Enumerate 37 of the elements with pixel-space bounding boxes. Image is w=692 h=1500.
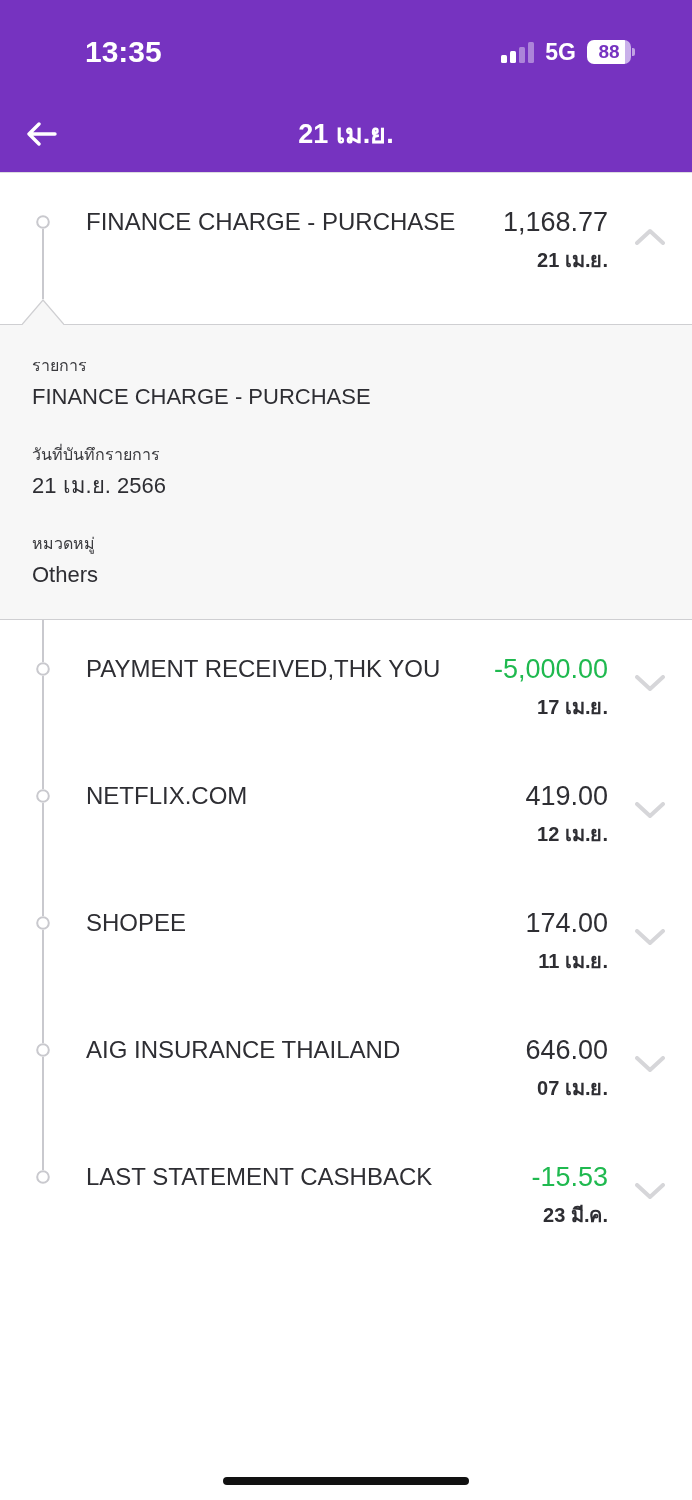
transaction-amount: -15.53 bbox=[531, 1163, 608, 1191]
chevron-down-icon[interactable] bbox=[635, 1183, 665, 1200]
detail-value: Others bbox=[32, 561, 99, 589]
detail-value: 21 เม.ย. 2566 bbox=[32, 472, 166, 500]
transaction-date: 23 มี.ค. bbox=[543, 1203, 608, 1227]
detail-label: หมวดหมู่ bbox=[32, 534, 95, 555]
detail-value: FINANCE CHARGE - PURCHASE bbox=[32, 383, 371, 411]
transaction-title: PAYMENT RECEIVED,THK YOU bbox=[86, 655, 442, 683]
transaction-date: 17 เม.ย. bbox=[537, 695, 608, 719]
detail-label: วันที่บันทึกรายการ bbox=[32, 444, 160, 465]
detail-label: รายการ bbox=[32, 356, 87, 376]
transaction-amount: 419.00 bbox=[525, 782, 608, 810]
transaction-title: NETFLIX.COM bbox=[86, 782, 249, 810]
transaction-title: SHOPEE bbox=[86, 909, 188, 937]
transaction-title: AIG INSURANCE THAILAND bbox=[86, 1036, 402, 1064]
arrow-left-icon bbox=[27, 122, 57, 146]
network-label: 5G bbox=[545, 38, 576, 66]
transaction-amount: 1,168.77 bbox=[502, 208, 608, 236]
transaction-amount: 646.00 bbox=[525, 1036, 608, 1064]
transaction-amount: 174.00 bbox=[525, 909, 608, 937]
transaction-date: 11 เม.ย. bbox=[538, 949, 608, 973]
transaction-date: 12 เม.ย. bbox=[537, 822, 608, 846]
chevron-down-icon[interactable] bbox=[635, 802, 665, 819]
page-title: 21 เม.ย. bbox=[297, 118, 395, 151]
transaction-title: FINANCE CHARGE - PURCHASE bbox=[86, 208, 457, 236]
signal-icon bbox=[501, 41, 535, 63]
transaction-amount: -5,000.00 bbox=[493, 655, 608, 683]
chevron-down-icon[interactable] bbox=[635, 929, 665, 946]
status-time: 13:35 bbox=[85, 34, 162, 70]
transaction-date: 07 เม.ย. bbox=[537, 1076, 608, 1100]
back-button[interactable] bbox=[27, 122, 57, 146]
transaction-date: 21 เม.ย. bbox=[537, 248, 608, 272]
chevron-down-icon[interactable] bbox=[635, 1056, 665, 1073]
battery-indicator: 88 bbox=[587, 40, 635, 64]
transaction-title: LAST STATEMENT CASHBACK bbox=[86, 1163, 434, 1191]
chevron-down-icon[interactable] bbox=[635, 675, 665, 692]
chevron-up-icon[interactable] bbox=[635, 228, 665, 245]
